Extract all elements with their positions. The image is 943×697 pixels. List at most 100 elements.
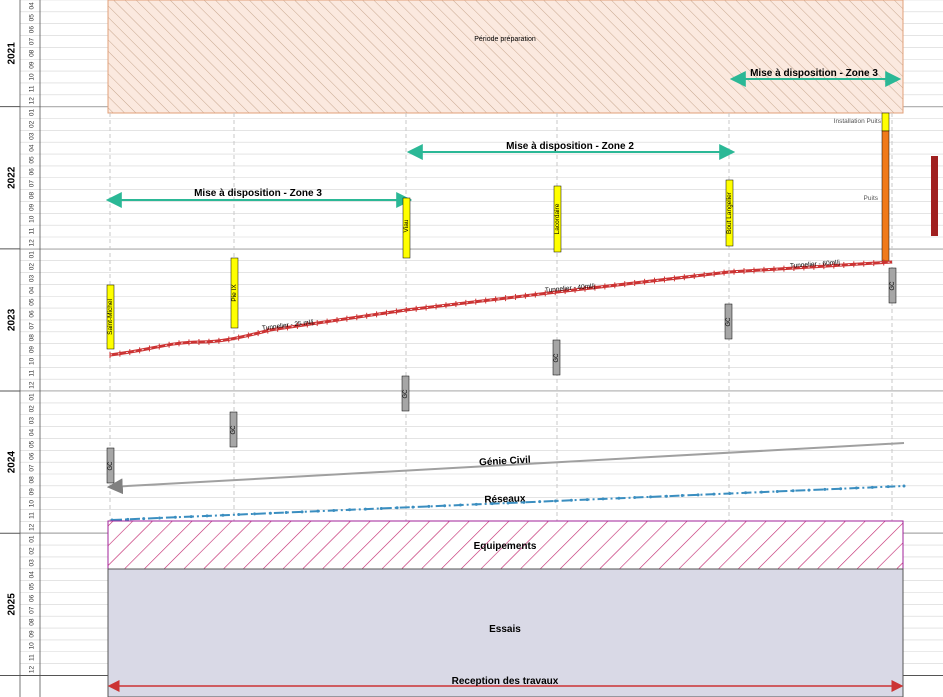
month-tick-label: 07	[29, 606, 36, 614]
month-tick-label: 04	[29, 144, 36, 152]
month-tick-label: 02	[29, 263, 36, 271]
puits-label: Puits	[864, 195, 879, 202]
month-tick-label: 07	[29, 37, 36, 45]
month-tick-label: 03	[29, 417, 36, 425]
reseaux-dot	[363, 507, 367, 511]
month-tick-label: 09	[29, 346, 36, 354]
month-tick-label: 07	[29, 322, 36, 330]
month-tick-label: 05	[29, 156, 36, 164]
station-pie-ix: Pie IX	[230, 257, 239, 329]
month-tick-label: 07	[29, 180, 36, 188]
gc-viau: GC	[401, 375, 410, 412]
reseaux-dot	[870, 485, 874, 489]
station-viau-label: Viau	[403, 219, 410, 232]
tunnel-line	[109, 259, 893, 358]
month-tick-label: 01	[29, 251, 36, 259]
reseaux-dot	[680, 494, 684, 498]
month-tick-label: 11	[29, 654, 36, 661]
reseaux-dot	[601, 497, 605, 501]
month-tick-label: 09	[29, 488, 36, 496]
reseaux-dot	[712, 492, 716, 496]
reseaux-dot	[458, 503, 462, 507]
reseaux-dot	[395, 506, 399, 510]
reseaux-dot	[664, 494, 668, 498]
station-bout-langelier-label: Bout Langelier	[726, 191, 733, 234]
gc-pie-ix: GC	[229, 411, 238, 448]
month-tick-label: 08	[29, 334, 36, 342]
month-tick-label: 07	[29, 464, 36, 472]
month-tick-label: 06	[29, 594, 36, 602]
reseaux-dot	[696, 493, 700, 497]
gc-label: GC	[108, 461, 114, 471]
reseaux-dot	[902, 484, 906, 488]
month-tick-label: 12	[29, 523, 36, 531]
month-tick-label: 06	[29, 452, 36, 460]
reseaux-dot	[316, 509, 320, 513]
reseaux-dot	[585, 498, 589, 502]
month-tick-label: 09	[29, 630, 36, 638]
reseaux-dot	[300, 510, 304, 514]
reseaux-dot	[839, 487, 843, 491]
month-tick-label: 05	[29, 583, 36, 591]
month-tick-label: 08	[29, 49, 36, 57]
reseaux-dot	[807, 488, 811, 492]
month-tick-label: 11	[29, 370, 36, 377]
reseaux-dot	[554, 499, 558, 503]
station-saint-michel-label: Saint-Michel	[107, 299, 114, 335]
reseaux-dot	[443, 504, 447, 508]
reseaux-dot	[411, 505, 415, 509]
month-tick-label: 03	[29, 559, 36, 567]
reseaux-dot	[569, 498, 573, 502]
gc-label: GC	[554, 353, 560, 363]
reseaux-dot	[189, 515, 193, 519]
zone3-top-label: Mise à disposition - Zone 3	[750, 68, 878, 79]
zone2-label: Mise à disposition - Zone 2	[506, 141, 634, 152]
reseaux-label: Réseaux	[484, 493, 526, 505]
month-tick-label: 06	[29, 168, 36, 176]
reseaux-dot	[379, 506, 383, 510]
reseaux-dot	[205, 514, 209, 518]
reseaux-dot	[633, 496, 637, 500]
reseaux-dot	[617, 496, 621, 500]
side-bar	[931, 156, 938, 236]
reseaux-dot	[823, 487, 827, 491]
puits-install-bar	[881, 112, 890, 132]
reseaux-dot	[474, 502, 478, 506]
phase-preparation-label: Période préparation	[474, 36, 536, 43]
year-label: 2022	[7, 166, 18, 189]
reseaux-dot	[332, 508, 336, 512]
gc-label: GC	[403, 389, 409, 399]
gc-label: GC	[726, 317, 732, 327]
month-tick-label: 01	[29, 535, 36, 543]
puits-shaft-bar	[881, 130, 890, 262]
month-tick-label: 03	[29, 132, 36, 140]
gc-puits: GC	[888, 267, 897, 304]
reception-label: Reception des travaux	[452, 676, 559, 687]
zone3-label: Mise à disposition - Zone 3	[194, 188, 322, 199]
month-tick-label: 04	[29, 571, 36, 579]
reseaux-dot	[886, 485, 890, 489]
month-tick-label: 10	[29, 215, 36, 223]
month-tick-label: 02	[29, 120, 36, 128]
station-viau: Viau	[402, 197, 411, 259]
reseaux-dot	[268, 511, 272, 515]
month-tick-label: 04	[29, 2, 36, 10]
year-label: 2024	[7, 451, 18, 474]
reseaux-dot	[173, 515, 177, 519]
month-tick-label: 06	[29, 310, 36, 318]
year-axis: 2021 2022 2023 2024 2025	[7, 42, 18, 616]
station-lacordaire: Lacordaire	[553, 185, 562, 253]
phase-preparation-bar	[107, 0, 904, 114]
month-tick-label: 05	[29, 298, 36, 306]
month-tick-label: 01	[29, 393, 36, 401]
month-tick-label: 05	[29, 440, 36, 448]
puits-install-label: Installation Puits	[834, 118, 882, 125]
reseaux-dot	[854, 486, 858, 490]
station-bout-langelier: Bout Langelier	[725, 179, 734, 247]
reseaux-dot	[253, 512, 257, 516]
gc-lacordaire: GC	[552, 339, 561, 376]
phase-essais-label: Essais	[489, 624, 521, 635]
reseaux-dot	[649, 495, 653, 499]
station-pie-ix-label: Pie IX	[231, 284, 238, 302]
reseaux-dot	[348, 508, 352, 512]
